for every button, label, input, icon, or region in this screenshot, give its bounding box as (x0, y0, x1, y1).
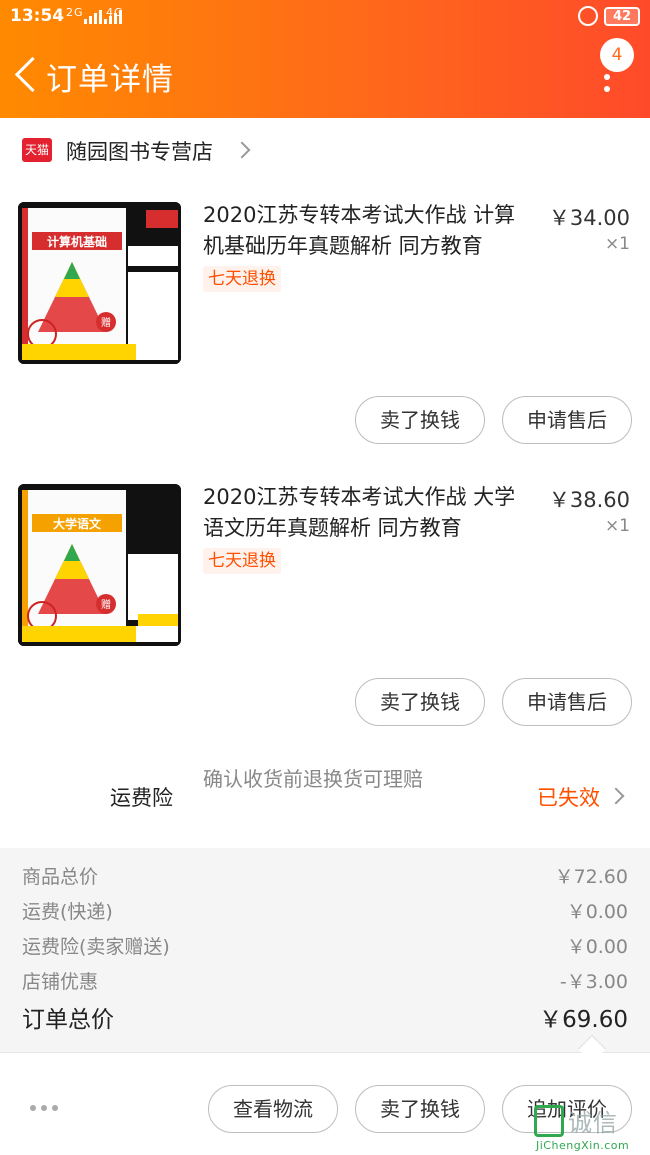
summary-row: 店铺优惠 -￥3.00 (22, 967, 628, 994)
summary-label: 运费险(卖家赠送) (22, 936, 170, 958)
svg-text:赠: 赠 (101, 316, 111, 329)
product-price: ￥34.00 (548, 206, 630, 230)
insurance-status[interactable]: 已失效 (537, 782, 600, 812)
summary-row: 运费险(卖家赠送) ￥0.00 (22, 932, 628, 959)
book-cover-image: 计算机基础 赠 (18, 202, 181, 364)
message-count-badge[interactable]: 4 (600, 38, 634, 72)
order-total-value: ￥69.60 (539, 1007, 628, 1033)
tmall-logo-icon: 天猫 (22, 138, 52, 162)
summary-label: 商品总价 (22, 866, 99, 888)
summary-row: 商品总价 ￥72.60 (22, 862, 628, 889)
shipping-insurance-row[interactable]: 运费险 确认收货前退换货可理赔 已失效 (0, 760, 650, 840)
sell-for-cash-button[interactable]: 卖了换钱 (355, 396, 485, 444)
app-header: 13:54 2G 4G 42 订单详情 4 (0, 0, 650, 118)
product-item[interactable]: 计算机基础 赠 2020江苏专转本考试大作战 计算机基础历年真题解析 同方教育 … (0, 182, 650, 464)
after-sale-button[interactable]: 申请售后 (502, 678, 632, 726)
chevron-right-icon (233, 141, 251, 159)
product-title[interactable]: 2020江苏专转本考试大作战 计算机基础历年真题解析 同方教育 (203, 200, 525, 262)
summary-value: ￥0.00 (566, 936, 628, 958)
alarm-icon (578, 6, 598, 26)
svg-text:赠: 赠 (101, 598, 111, 611)
product-quantity: ×1 (604, 516, 630, 536)
summary-value: -￥3.00 (559, 971, 628, 993)
return-policy-tag: 七天退换 (203, 548, 281, 574)
status-bar: 13:54 2G 4G 42 (0, 0, 650, 34)
svg-text:计算机基础: 计算机基础 (47, 234, 107, 249)
summary-label: 运费(快递) (22, 901, 113, 923)
watermark: 诚信 JiChengXin.com (534, 1103, 646, 1153)
summary-value: ￥0.00 (566, 901, 628, 923)
network-label-2g: 2G (66, 6, 84, 19)
back-arrow-icon[interactable] (12, 58, 38, 94)
product-item[interactable]: 大学语文 赠 2020江苏专转本考试大作战 大学语文历年真题解析 同方教育 七天… (0, 464, 650, 746)
product-thumbnail[interactable]: 计算机基础 赠 (18, 202, 181, 364)
signal-bars-icon (104, 10, 126, 24)
page-title: 订单详情 (46, 62, 174, 98)
order-total-label: 订单总价 (22, 1007, 114, 1033)
svg-text:大学语文: 大学语文 (53, 516, 102, 531)
battery-indicator: 42 (604, 7, 640, 26)
product-title[interactable]: 2020江苏专转本考试大作战 大学语文历年真题解析 同方教育 (203, 482, 525, 544)
product-quantity: ×1 (604, 234, 630, 254)
sell-for-cash-button[interactable]: 卖了换钱 (355, 678, 485, 726)
view-logistics-button[interactable]: 查看物流 (208, 1085, 338, 1133)
after-sale-button[interactable]: 申请售后 (502, 396, 632, 444)
watermark-logo-icon (534, 1105, 564, 1137)
signal-bars-icon (84, 10, 106, 24)
return-policy-tag: 七天退换 (203, 266, 281, 292)
product-price: ￥38.60 (548, 488, 630, 512)
insurance-description: 确认收货前退换货可理赔 (203, 767, 423, 791)
chevron-right-icon (607, 787, 625, 805)
status-time: 13:54 (10, 6, 65, 26)
insurance-label: 运费险 (110, 786, 173, 810)
summary-label: 店铺优惠 (22, 971, 99, 993)
price-summary: 商品总价 ￥72.60 运费(快递) ￥0.00 运费险(卖家赠送) ￥0.00… (0, 848, 650, 1056)
summary-value: ￥72.60 (554, 866, 628, 888)
sell-for-cash-button[interactable]: 卖了换钱 (355, 1085, 485, 1133)
order-total-row: 订单总价 ￥69.60 (22, 1000, 628, 1034)
watermark-url: JiChengXin.com (536, 1139, 630, 1152)
shop-row[interactable]: 天猫 随园图书专营店 (0, 118, 650, 182)
shop-name[interactable]: 随园图书专营店 (66, 136, 213, 166)
book-cover-image: 大学语文 赠 (18, 484, 181, 646)
watermark-text: 诚信 (568, 1109, 618, 1137)
product-thumbnail[interactable]: 大学语文 赠 (18, 484, 181, 646)
summary-row: 运费(快递) ￥0.00 (22, 897, 628, 924)
